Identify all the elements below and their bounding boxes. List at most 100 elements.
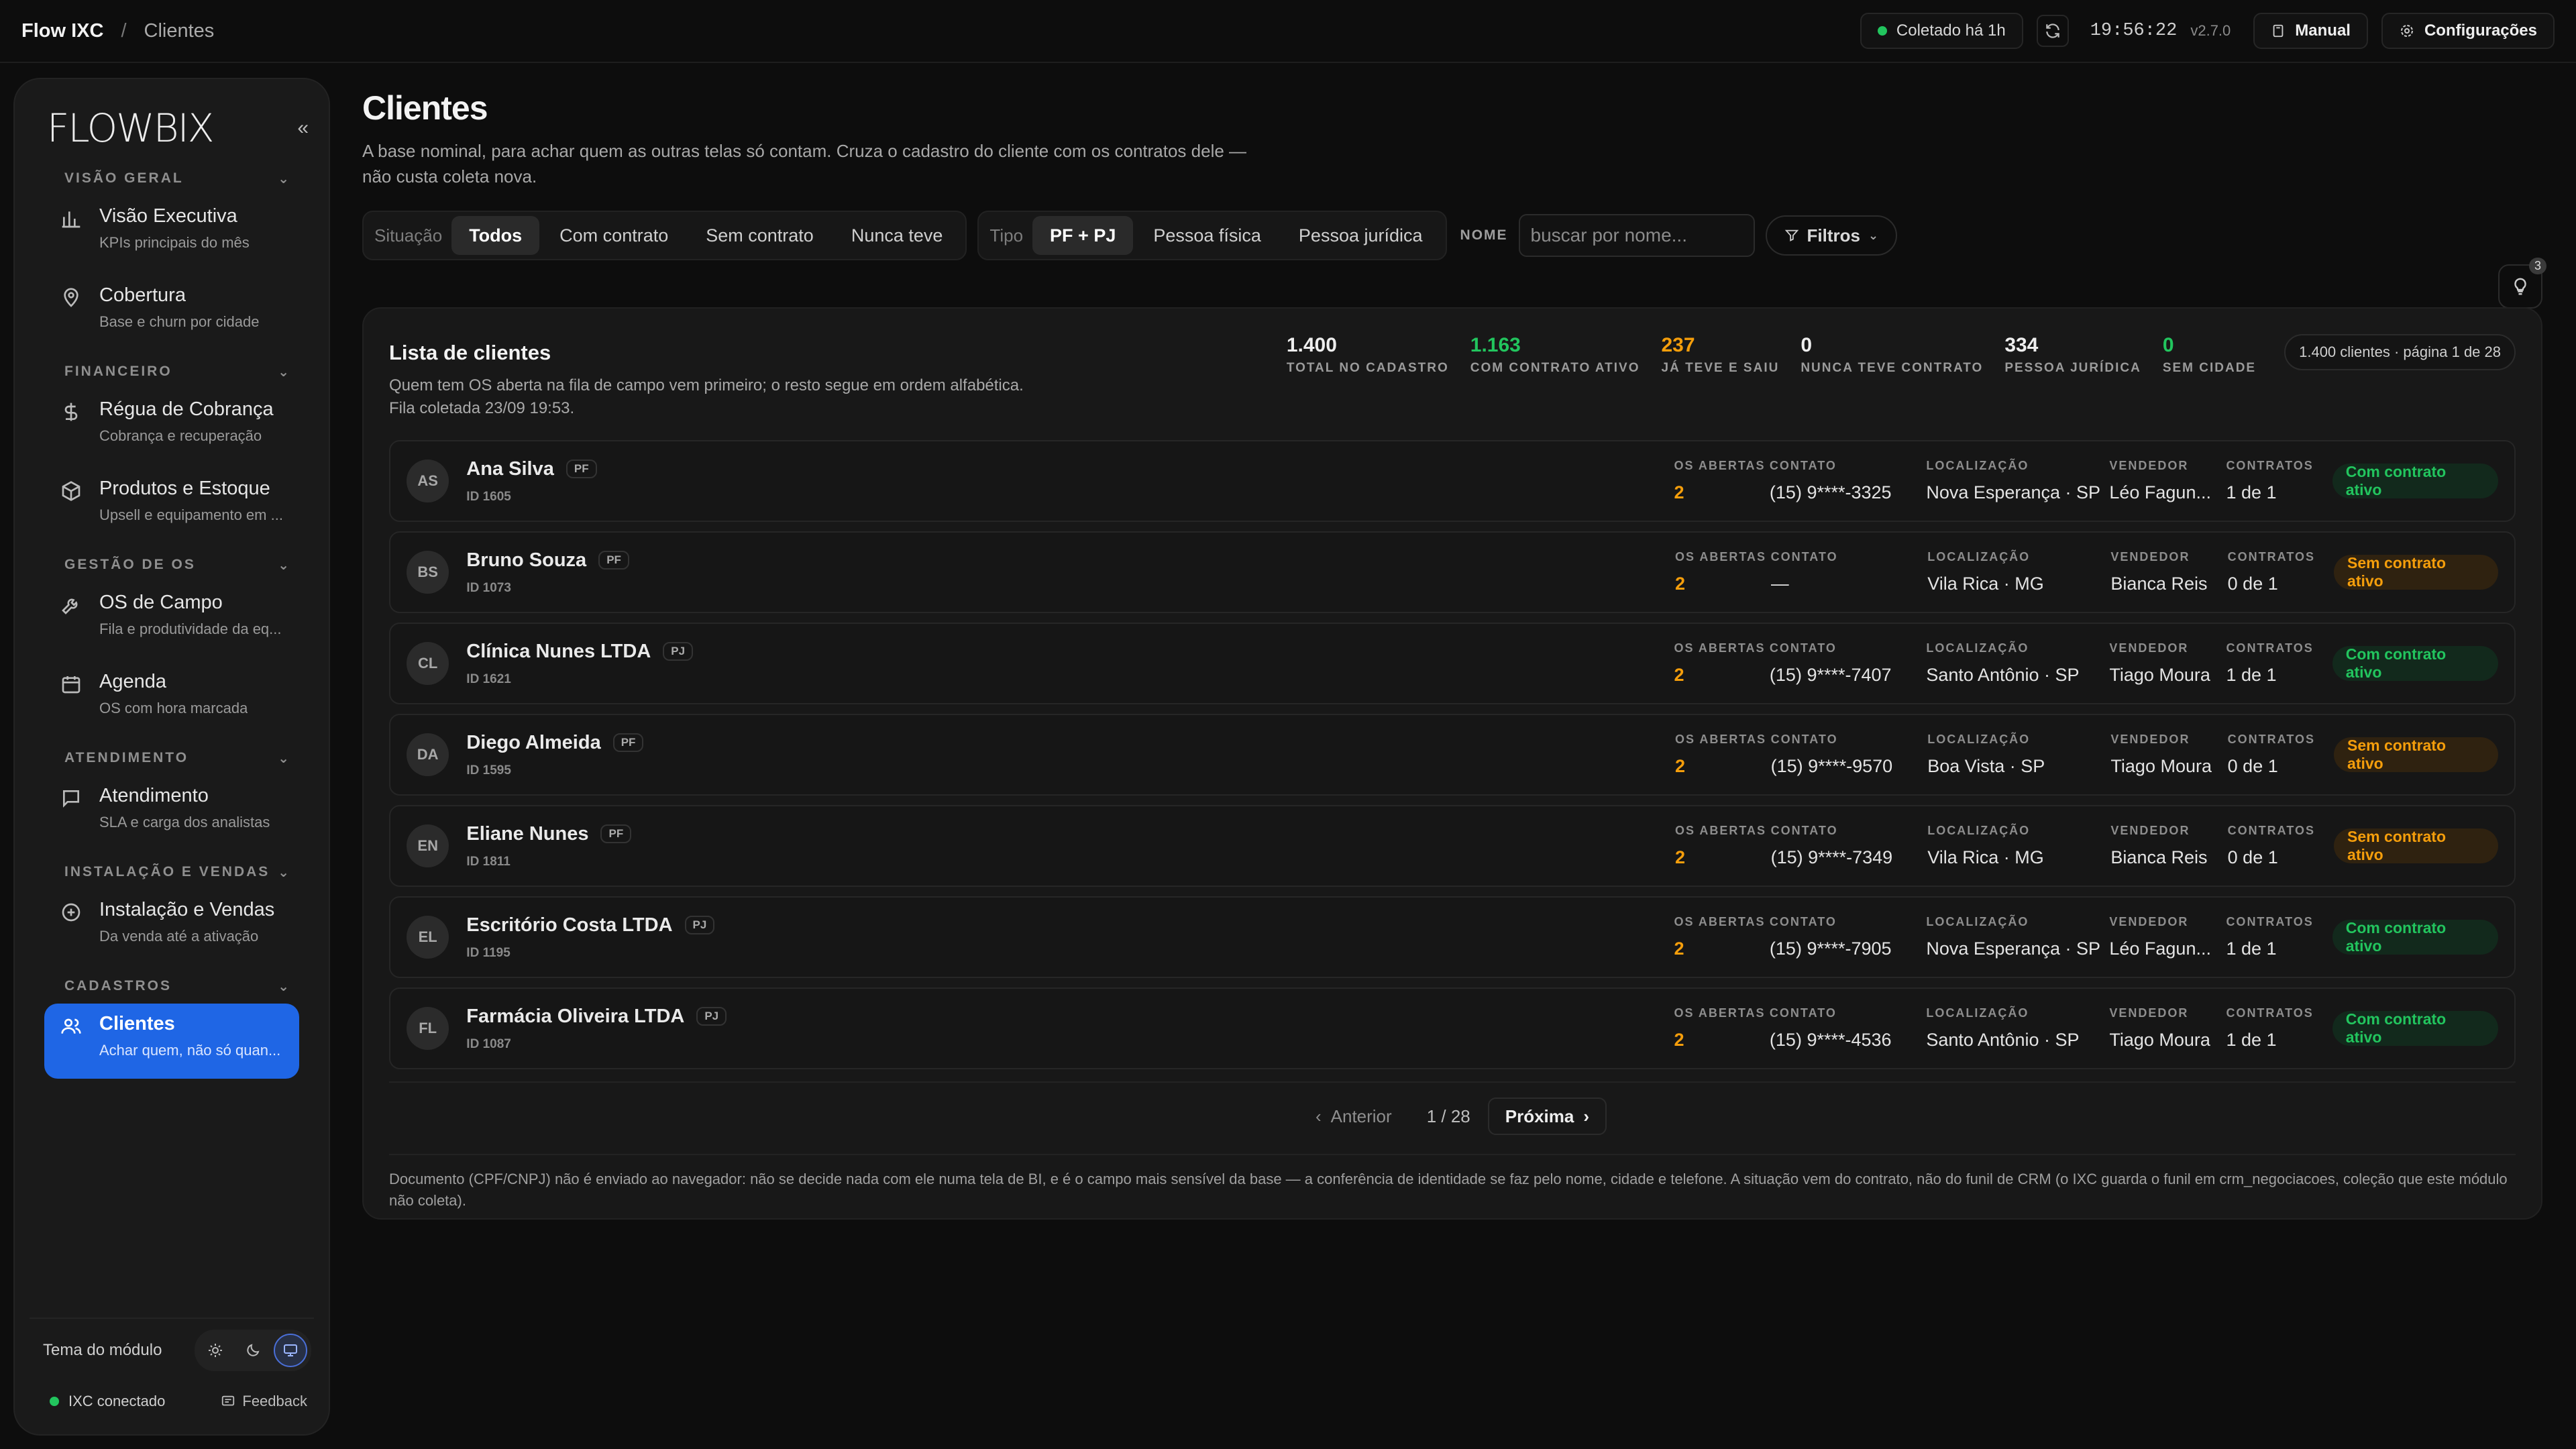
contact-cell: CONTATO (15) 9****-4536 [1770,1006,1926,1051]
table-row[interactable]: BS Bruno Souza PF ID 1073 OS ABERTAS 2 CON… [389,531,2516,613]
refresh-button[interactable] [2036,15,2069,47]
column-header: OS ABERTAS [1674,459,1766,472]
sidebar-item-atendimento[interactable]: Atendimento SLA e carga dos analistas [30,775,314,855]
sidebar-item-label: Cobertura [99,284,186,306]
location-cell: LOCALIZAÇÃO Nova Esperança · SP [1926,915,2109,959]
situacao-option-todos[interactable]: Todos [451,216,540,255]
previous-label: Anterior [1330,1106,1392,1126]
contact-cell: CONTATO (15) 9****-3325 [1770,459,1926,503]
chevron-right-icon: › [1583,1106,1590,1126]
client-name[interactable]: Farmácia Oliveira LTDA [466,1006,684,1028]
seller-value: Léo Fagun... [2109,482,2211,502]
table-row[interactable]: DA Diego Almeida PF ID 1595 OS ABERTAS 2 C… [389,714,2516,796]
situacao-option-com-contrato[interactable]: Com contrato [542,216,686,255]
sidebar-item-label: Produtos e Estoque [99,478,270,499]
filters-button[interactable]: Filtros ⌄ [1765,215,1898,256]
avatar: FL [407,1007,449,1050]
table-row[interactable]: CL Clínica Nunes LTDA PJ ID 1621 OS ABERT… [389,623,2516,704]
table-row[interactable]: AS Ana Silva PF ID 1605 OS ABERTAS 2 CONTA… [389,440,2516,522]
client-type-badge: PJ [696,1007,727,1026]
column-header: CONTATO [1769,1006,1837,1020]
sidebar-item-sub: Achar quem, não só quan... [99,1042,281,1059]
seller-value: Tiago Moura [2110,756,2212,776]
settings-button[interactable]: Configurações [2381,13,2555,49]
client-identity: Ana Silva PF ID 1605 [466,458,1674,504]
status-badge: Com contrato ativo [2332,463,2498,498]
chevron-down-icon: ⌄ [278,751,291,766]
connection-label: IXC conectado [68,1393,166,1409]
next-page-button[interactable]: Próxima › [1487,1097,1607,1135]
sidebar-item-os-campo[interactable]: OS de Campo Fila e produtividade da eq... [30,582,314,661]
tipo-option-pf-pj[interactable]: PF + PJ [1032,216,1134,255]
client-name[interactable]: Ana Silva [466,458,554,480]
contracts-value: 0 de 1 [2227,847,2278,867]
kpi-label: COM CONTRATO ATIVO [1470,361,1640,375]
sidebar-item-regua-cobranca[interactable]: Régua de Cobrança Cobrança e recuperação [30,389,314,468]
client-name[interactable]: Bruno Souza [466,549,586,572]
location-value: Nova Esperança · SP [1926,482,2100,502]
situacao-option-sem-contrato[interactable]: Sem contrato [688,216,831,255]
situacao-label: Situação [374,225,443,246]
connection-row: IXC conectado Feedback [30,1382,314,1434]
tipo-label: Tipo [989,225,1024,246]
filter-bar: Situação Todos Com contrato Sem contrato… [362,211,2542,260]
previous-page-button[interactable]: ‹ Anterior [1298,1097,1409,1135]
sidebar-item-instalacao-vendas[interactable]: Instalação e Vendas Da venda até a ativaç… [30,890,314,969]
avatar: EL [407,916,449,959]
sidebar-item-visao-executiva[interactable]: Visão Executiva KPIs principais do mês [30,196,314,275]
kpi-value: 0 [2162,334,2174,356]
kpi-label: PESSOA JURÍDICA [2004,361,2141,375]
location-value: Santo Antônio · SP [1926,1030,2080,1050]
search-input[interactable] [1518,214,1755,257]
client-type-badge: PF [600,824,632,843]
table-row[interactable]: FL Farmácia Oliveira LTDA PJ ID 1087 OS A… [389,987,2516,1069]
sidebar-item-produtos-estoque[interactable]: Produtos e Estoque Upsell e equipamento e… [30,468,314,547]
sidebar-item-agenda[interactable]: Agenda OS com hora marcada [30,661,314,741]
monitor-icon[interactable] [274,1334,307,1367]
client-name[interactable]: Escritório Costa LTDA [466,914,672,936]
table-row[interactable]: EL Escritório Costa LTDA PJ ID 1195 OS AB… [389,896,2516,978]
sidebar-item-clientes[interactable]: Clientes Achar quem, não só quan... [44,1004,299,1079]
sidebar-item-label: Atendimento [99,785,209,806]
section-financeiro[interactable]: FINANCEIRO ⌄ [30,354,314,389]
client-type-badge: PF [612,733,644,752]
section-atendimento[interactable]: ATENDIMENTO ⌄ [30,741,314,775]
section-cadastros[interactable]: CADASTROS ⌄ [30,969,314,1004]
client-name[interactable]: Diego Almeida [466,732,600,754]
sun-icon[interactable] [199,1334,232,1367]
manual-label: Manual [2295,21,2351,40]
feedback-button[interactable]: Feedback [221,1393,307,1410]
dollar-icon [60,398,85,459]
column-header: VENDEDOR [2110,824,2190,837]
kpi-pj: 334 PESSOA JURÍDICA [2004,334,2141,376]
gear-icon [2400,25,2413,37]
table-row[interactable]: EN Eliane Nunes PF ID 1811 OS ABERTAS 2 CO… [389,805,2516,887]
double-chevron-left-icon[interactable]: « [297,117,309,140]
moon-icon[interactable] [236,1334,270,1367]
breadcrumb-app[interactable]: Flow IXC [21,20,103,42]
situacao-option-nunca-teve[interactable]: Nunca teve [834,216,961,255]
kpi-no-city: 0 SEM CIDADE [2163,334,2256,376]
seller-value: Tiago Moura [2109,665,2210,685]
contact-cell: CONTATO (15) 9****-7905 [1770,915,1926,959]
sidebar-item-cobertura[interactable]: Cobertura Base e churn por cidade [30,275,314,354]
column-header: VENDEDOR [2109,915,2189,928]
sidebar-item-label: Clientes [99,1013,175,1034]
client-id: ID 1195 [466,945,511,960]
client-name[interactable]: Eliane Nunes [466,823,588,845]
section-gestao-os[interactable]: GESTÃO DE OS ⌄ [30,547,314,582]
tipo-option-pessoa-juridica[interactable]: Pessoa jurídica [1281,216,1440,255]
column-header: LOCALIZAÇÃO [1927,733,2031,746]
section-visao-geral[interactable]: VISÃO GERAL ⌄ [30,161,314,196]
manual-button[interactable]: Manual [2253,13,2368,49]
section-instalacao-vendas[interactable]: INSTALAÇÃO E VENDAS ⌄ [30,855,314,890]
tipo-option-pessoa-fisica[interactable]: Pessoa física [1136,216,1279,255]
chevron-down-icon: ⌄ [278,171,291,186]
client-name[interactable]: Clínica Nunes LTDA [466,641,651,663]
tips-button[interactable]: 3 [2498,258,2546,309]
sidebar-item-label: Visão Executiva [99,205,237,227]
status-badge: Com contrato ativo [2332,1010,2498,1046]
seller-value: Bianca Reis [2110,847,2208,867]
status-badge: Sem contrato ativo [2334,737,2499,772]
seller-value: Léo Fagun... [2109,938,2211,959]
